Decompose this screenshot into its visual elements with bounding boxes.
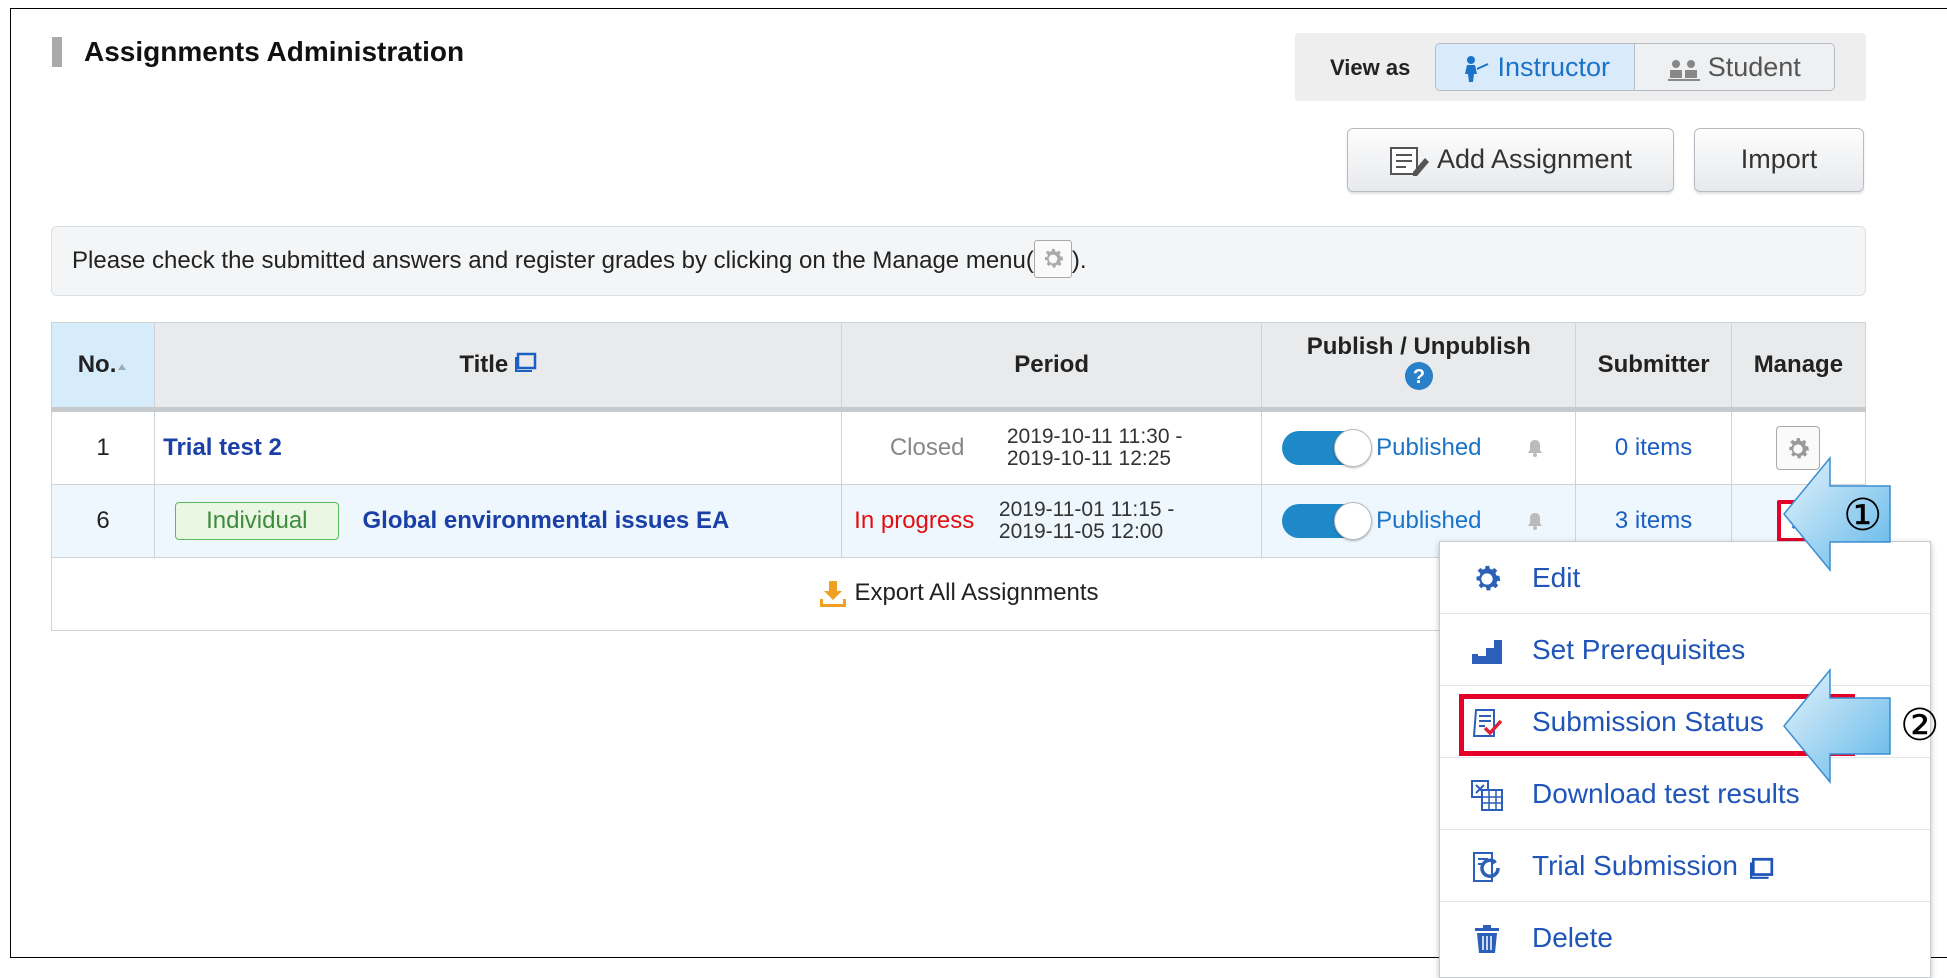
import-label: Import	[1740, 144, 1818, 174]
notice-banner: Please check the submitted answers and r…	[51, 226, 1866, 296]
col-no[interactable]: No.	[50, 322, 156, 412]
menu-item-label: Trial Submission	[1532, 850, 1738, 881]
row-period-cell: Closed 2019-10-11 11:30 -2019-10-11 12:2…	[841, 409, 1263, 485]
assignment-title-link[interactable]: Trial test 2	[163, 434, 282, 461]
col-publish: Publish / Unpublish ?	[1261, 322, 1577, 412]
add-assignment-label: Add Assignment	[1436, 144, 1633, 174]
period-start: 2019-11-01 11:15 -	[998, 498, 1175, 521]
period-end: 2019-10-11 12:25	[1006, 447, 1172, 470]
export-all-label: Export All Assignments	[854, 579, 1099, 607]
stairs-icon	[1472, 640, 1502, 664]
page-title: Assignments Administration	[52, 37, 464, 67]
col-period[interactable]: Period	[841, 322, 1263, 412]
gear-icon	[1476, 565, 1501, 591]
menu-item-delete[interactable]: Delete	[1440, 902, 1930, 974]
trash-icon	[1475, 925, 1499, 953]
download-icon	[820, 581, 847, 607]
row-title-cell: Trial test 2	[154, 409, 843, 485]
step2-label: ②	[1900, 701, 1940, 750]
publish-toggle[interactable]	[1282, 429, 1373, 467]
publish-status: Published	[1376, 507, 1482, 534]
export-all-button[interactable]: Export All Assignments	[818, 579, 1099, 607]
row-publish-cell: Published	[1261, 409, 1577, 485]
bell-icon[interactable]	[1526, 511, 1544, 531]
add-assignment-button[interactable]: Add Assignment	[1347, 128, 1674, 192]
import-button[interactable]: Import	[1694, 128, 1864, 192]
period-start: 2019-10-11 11:30 -	[1006, 425, 1183, 448]
view-as-switcher: View as Instructor Student	[1295, 33, 1866, 101]
help-icon[interactable]: ?	[1404, 361, 1434, 391]
col-title[interactable]: Title	[154, 322, 843, 412]
sort-asc-icon	[118, 364, 127, 370]
row-submitter-cell: 0 items	[1575, 409, 1732, 485]
row-period-cell: In progress 2019-11-01 11:15 -2019-11-05…	[841, 484, 1263, 558]
instructor-icon	[1464, 55, 1489, 82]
status-label: In progress	[854, 507, 975, 534]
student-icon	[1668, 59, 1701, 81]
assignment-title-link[interactable]: Global environmental issues EA	[363, 507, 730, 534]
view-instructor-label: Instructor	[1497, 52, 1611, 82]
trial-icon	[1473, 852, 1500, 882]
table-row: 1 Trial test 2 Closed 2019-10-11 11:30 -…	[50, 409, 1867, 485]
publish-status: Published	[1376, 434, 1482, 461]
col-title-label: Title	[459, 351, 509, 378]
view-instructor-button[interactable]: Instructor	[1435, 43, 1635, 91]
menu-item-trial-submission[interactable]: Trial Submission	[1440, 830, 1930, 902]
notice-text-before: Please check the submitted answers and r…	[72, 247, 1034, 274]
submitter-count-link[interactable]: 3 items	[1615, 507, 1692, 534]
row-title-cell: Individual Global environmental issues EA	[154, 484, 843, 558]
row-no: 6	[50, 484, 156, 558]
col-manage: Manage	[1730, 322, 1867, 412]
status-label: Closed	[889, 434, 965, 461]
submitter-count-link[interactable]: 0 items	[1615, 434, 1692, 461]
col-no-label: No.	[77, 351, 117, 378]
col-submitter: Submitter	[1575, 322, 1732, 412]
bell-icon[interactable]	[1526, 438, 1544, 458]
svg-text:?: ?	[1413, 366, 1425, 388]
new-window-icon	[514, 352, 537, 372]
individual-badge: Individual	[175, 502, 339, 540]
add-document-icon	[1389, 146, 1429, 176]
view-student-label: Student	[1707, 52, 1801, 82]
menu-item-label: Download test results	[1532, 778, 1800, 809]
menu-item-label: Set Prerequisites	[1532, 634, 1746, 665]
row-no: 1	[50, 409, 156, 485]
view-as-label: View as	[1330, 55, 1411, 80]
new-window-icon	[1749, 857, 1773, 879]
arrow-step2-icon	[1783, 668, 1891, 784]
spreadsheet-icon	[1471, 780, 1503, 811]
step1-label: ①	[1843, 491, 1883, 540]
col-publish-label: Publish / Unpublish	[1306, 332, 1531, 360]
view-student-button[interactable]: Student	[1635, 43, 1835, 91]
menu-item-label: Edit	[1532, 562, 1581, 593]
notice-text-after: ).	[1071, 247, 1087, 274]
period-end: 2019-11-05 12:00	[998, 520, 1164, 543]
menu-item-label: Delete	[1532, 922, 1613, 953]
publish-toggle[interactable]	[1282, 502, 1373, 540]
gear-icon	[1033, 239, 1072, 278]
